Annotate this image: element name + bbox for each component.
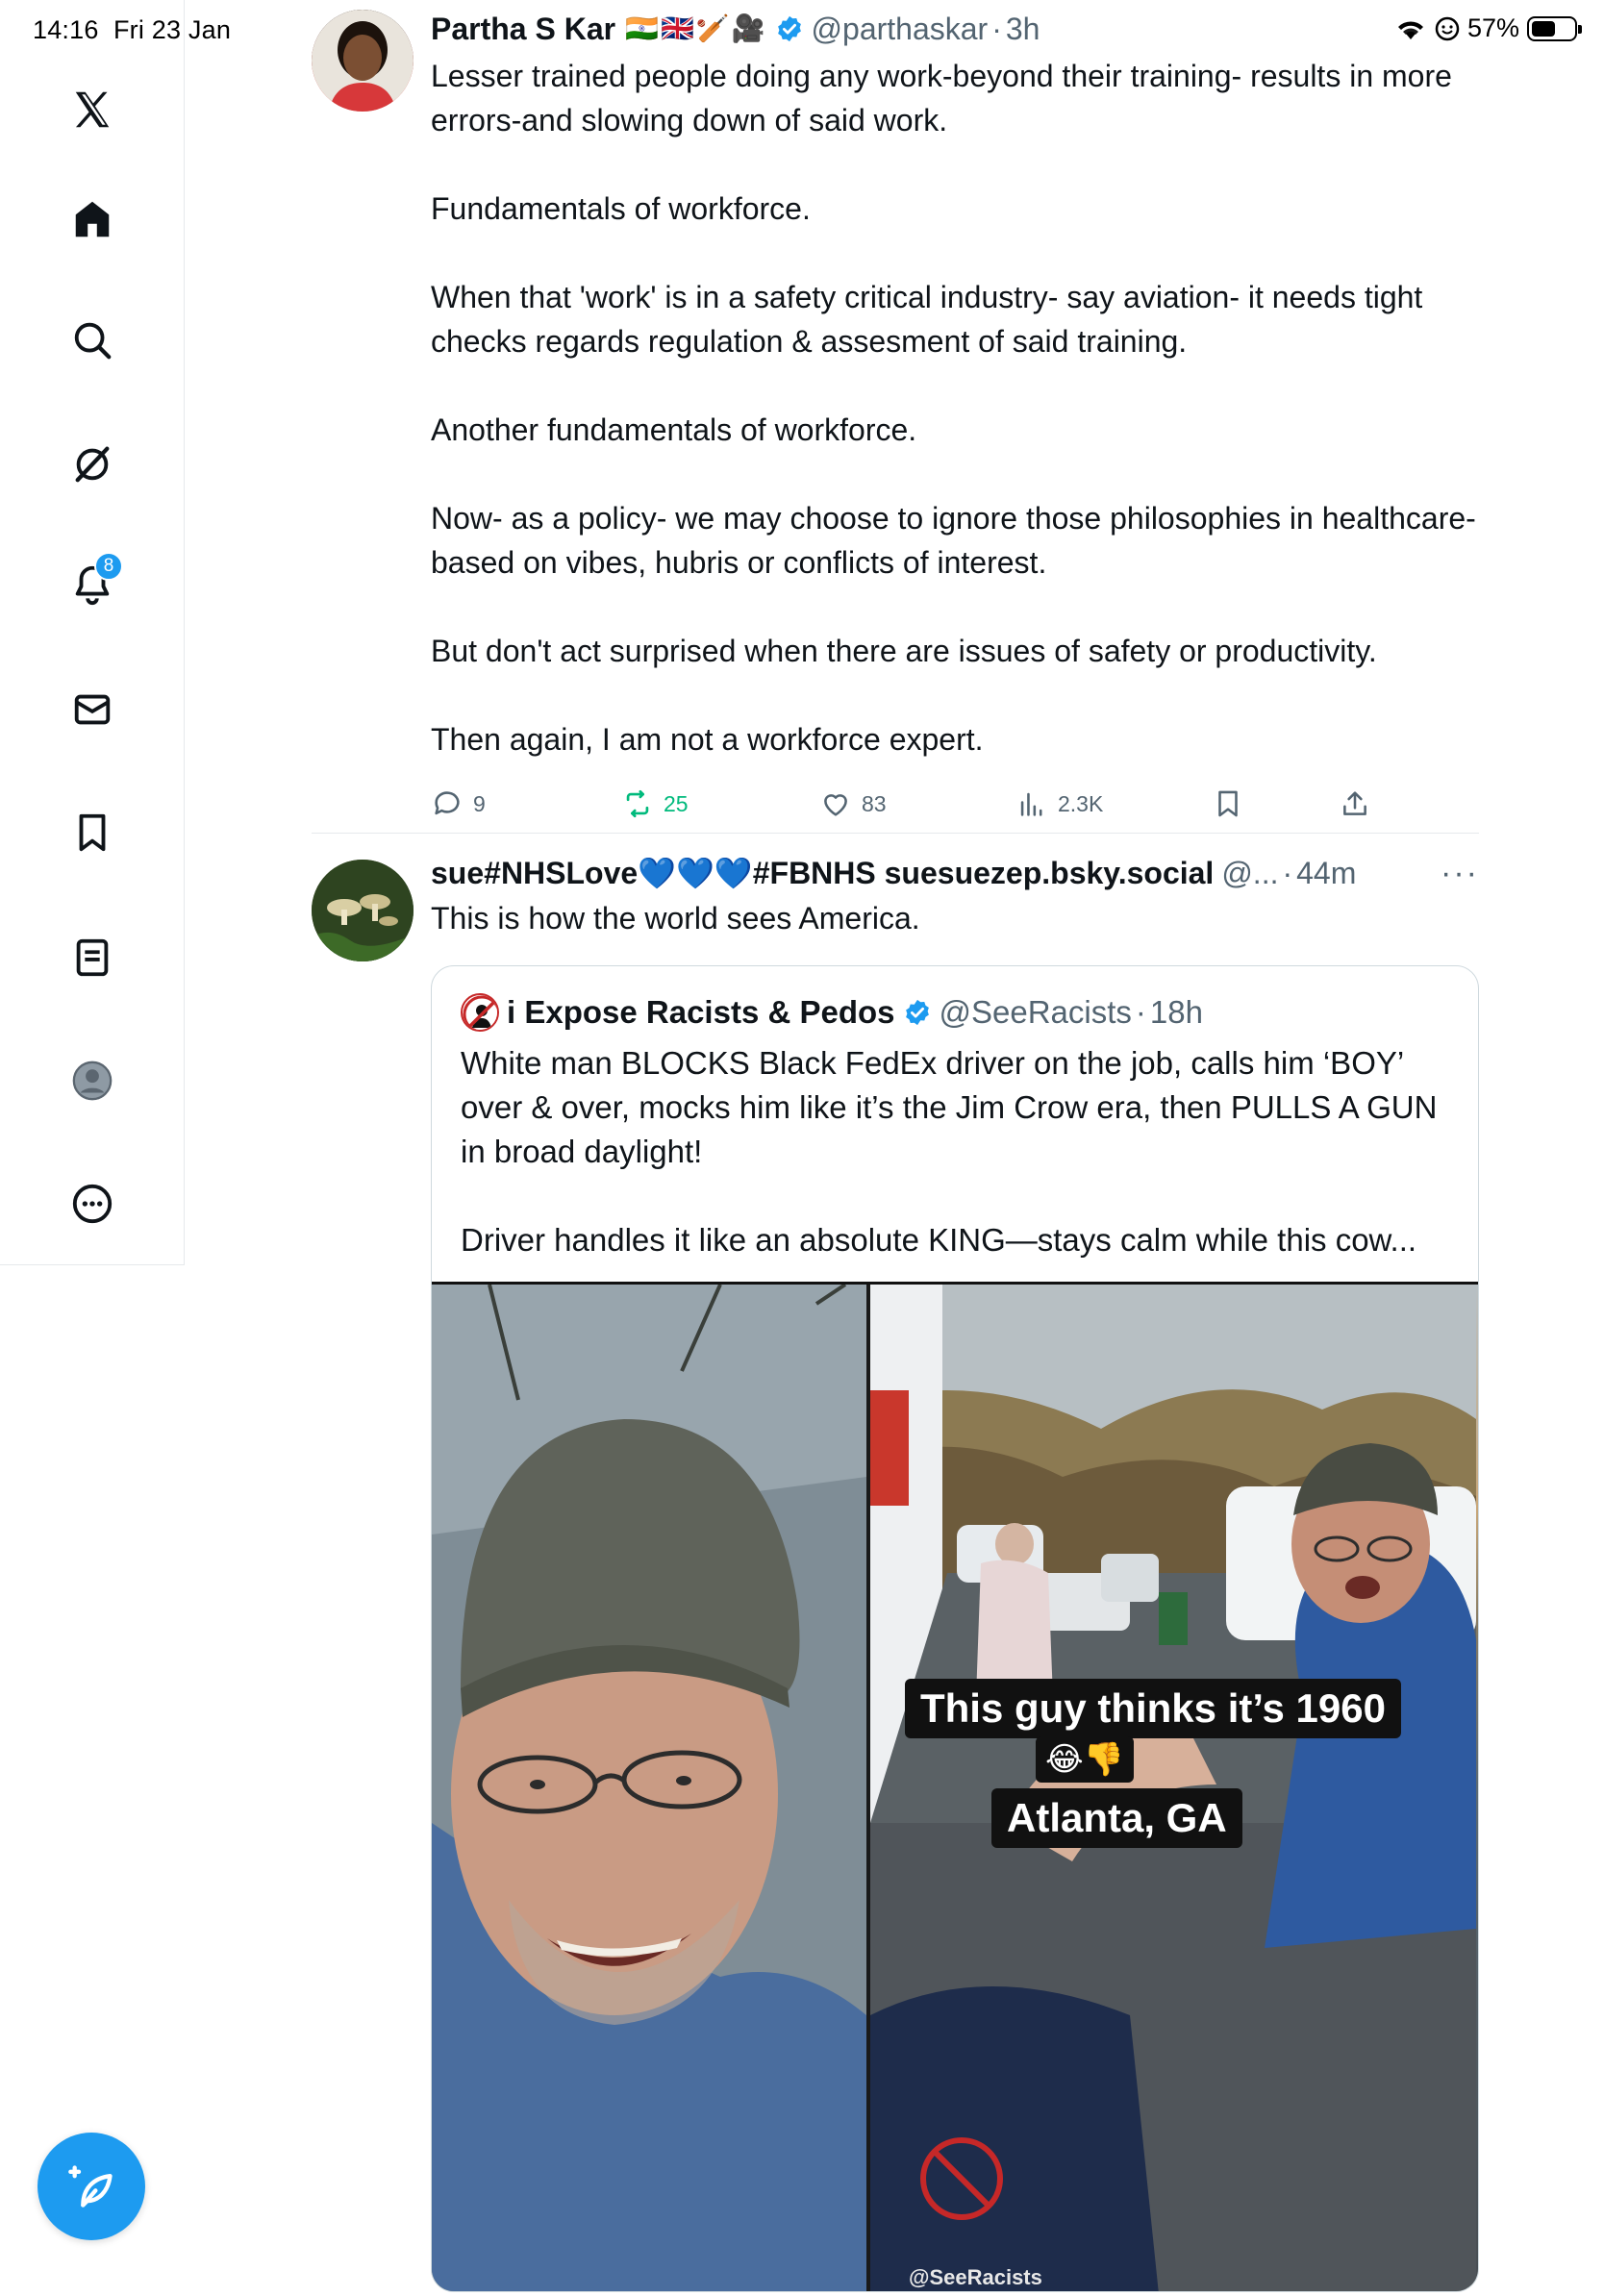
messages-icon[interactable]: [58, 675, 127, 744]
video-caption-emoji: 😂👎: [1036, 1736, 1135, 1783]
repost-icon: [626, 789, 649, 818]
share-button[interactable]: [1339, 787, 1371, 820]
video-caption-line-2: Atlanta, GA: [991, 1788, 1242, 1848]
bookmark-button[interactable]: [1212, 787, 1339, 820]
like-count: 83: [862, 790, 887, 816]
more-icon[interactable]: [58, 1169, 127, 1238]
tweet-text: This is how the world sees America.: [431, 901, 920, 936]
author-handle[interactable]: @parthaskar: [812, 8, 989, 50]
repost-count: 25: [664, 790, 689, 816]
tweet-time[interactable]: 3h: [1006, 8, 1040, 50]
tweet-time[interactable]: 44m: [1296, 852, 1356, 894]
views-count: 2.3K: [1058, 790, 1104, 816]
video-frame-right: This guy thinks it’s 1960 😂👎 Atlanta, GA…: [866, 1285, 1478, 2291]
quoted-author-name[interactable]: i Expose Racists & Pedos: [507, 991, 895, 1034]
avatar[interactable]: [312, 10, 414, 112]
compose-button[interactable]: [38, 2133, 145, 2240]
avatar[interactable]: [312, 860, 414, 961]
quoted-tweet-header: i Expose Racists & Pedos @SeeRacists · 1…: [432, 966, 1478, 1034]
tweet[interactable]: Partha S Kar 🇮🇳🇬🇧🏏🎥 @parthaskar · 3h Les…: [312, 8, 1479, 823]
home-icon[interactable]: [58, 185, 127, 254]
author-name[interactable]: sue#NHSLove💙💙💙#FBNHS suesuezep.bsky.soci…: [431, 852, 1214, 894]
man-with-beanie-image: [432, 1285, 866, 2291]
author-name[interactable]: Partha S Kar: [431, 8, 615, 50]
verified-badge-icon: [777, 15, 801, 42]
more-options-icon[interactable]: ···: [1441, 852, 1479, 894]
reply-icon: [435, 791, 460, 815]
tweet-header: sue#NHSLove💙💙💙#FBNHS suesuezep.bsky.soci…: [431, 852, 1479, 894]
bookmark-icon: [1218, 790, 1238, 817]
repost-button[interactable]: 25: [621, 787, 819, 820]
notifications-icon[interactable]: 8: [58, 550, 127, 619]
reply-count: 9: [473, 790, 486, 816]
quoted-tweet[interactable]: i Expose Racists & Pedos @SeeRacists · 1…: [431, 965, 1479, 2292]
tweet-header: Partha S Kar 🇮🇳🇬🇧🏏🎥 @parthaskar · 3h: [431, 8, 1479, 50]
quoted-author-handle[interactable]: @SeeRacists: [940, 991, 1132, 1034]
lists-icon[interactable]: [58, 923, 127, 992]
author-handle[interactable]: @...: [1221, 852, 1278, 894]
compose-icon: [68, 2165, 113, 2208]
tweet[interactable]: sue#NHSLove💙💙💙#FBNHS suesuezep.bsky.soci…: [312, 852, 1479, 2292]
author-name-emojis: 🇮🇳🇬🇧🏏🎥: [625, 13, 767, 43]
verified-badge-icon: [905, 999, 929, 1026]
search-icon[interactable]: [58, 306, 127, 375]
video-player[interactable]: This guy thinks it’s 1960 😂👎 Atlanta, GA…: [432, 1282, 1478, 2291]
tweet-text: Lesser trained people doing any work-bey…: [431, 59, 1476, 757]
sidebar: 8: [0, 0, 185, 1265]
quoted-tweet-time[interactable]: 18h: [1150, 991, 1203, 1034]
like-button[interactable]: 83: [819, 787, 1015, 820]
video-frame-left: [432, 1285, 866, 2291]
tweet-actions: 9 25 83 2.3K: [431, 785, 1479, 823]
video-caption-line-1: This guy thinks it’s 1960: [905, 1679, 1401, 1738]
tweet-divider: [312, 833, 1479, 834]
grok-icon[interactable]: [58, 429, 127, 498]
heart-icon: [824, 794, 847, 816]
battery-icon: [1527, 15, 1582, 41]
reply-button[interactable]: 9: [431, 787, 621, 820]
video-watermark: @SeeRacists: [909, 2265, 1042, 2289]
quoted-avatar[interactable]: [461, 993, 499, 1032]
quoted-tweet-text: White man BLOCKS Black FedEx driver on t…: [461, 1045, 1438, 1258]
views-button[interactable]: 2.3K: [1015, 787, 1212, 820]
notifications-badge: 8: [94, 552, 123, 581]
views-icon: [1020, 792, 1042, 816]
x-logo-icon[interactable]: [58, 75, 127, 144]
profile-icon[interactable]: [58, 1046, 127, 1115]
bookmarks-icon[interactable]: [58, 798, 127, 867]
share-icon: [1343, 791, 1366, 815]
